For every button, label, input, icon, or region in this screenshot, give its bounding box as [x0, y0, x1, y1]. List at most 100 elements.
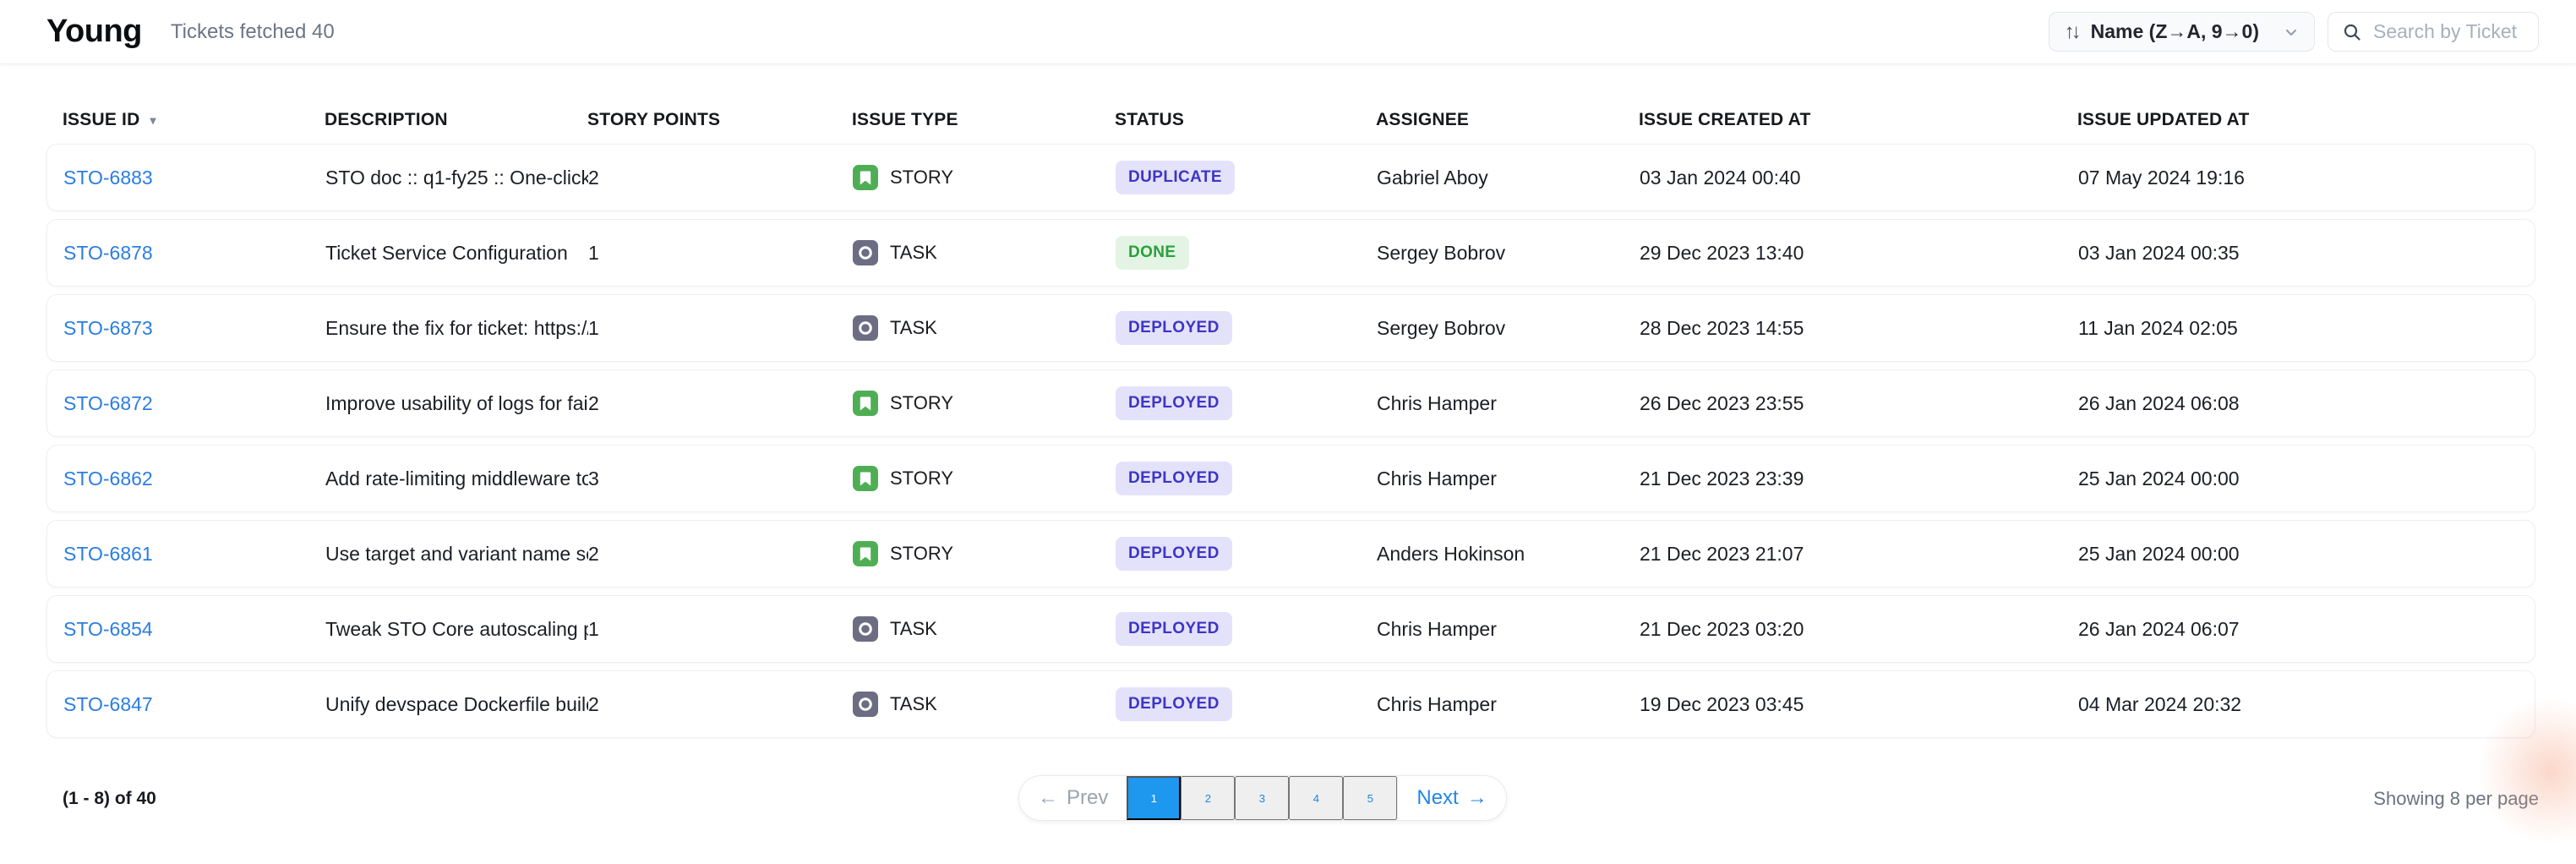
story-points-cell: 1: [588, 618, 853, 641]
story-icon: [853, 165, 878, 190]
issue-id-link[interactable]: STO-6847: [63, 693, 153, 715]
updated-at-cell: 04 Mar 2024 20:32: [2078, 693, 2535, 716]
column-header-issue-id[interactable]: ISSUE ID ▾: [63, 110, 325, 130]
description-cell: STO doc :: q1-fy25 :: One-click e...: [325, 167, 588, 189]
story-points-cell: 3: [588, 468, 853, 490]
assignee-cell: Sergey Bobrov: [1377, 317, 1640, 340]
pagination: ← Prev 12345 Next →: [1018, 775, 1507, 821]
description-cell: Use target and variant name sear...: [325, 543, 588, 566]
table-footer: (1 - 8) of 40 ← Prev 12345 Next → Showin…: [0, 775, 2576, 823]
page-button-5[interactable]: 5: [1343, 776, 1397, 820]
updated-at-cell: 03 Jan 2024 00:35: [2078, 242, 2535, 265]
task-icon: [853, 692, 878, 717]
issue-id-link[interactable]: STO-6872: [63, 392, 153, 414]
assignee-cell: Anders Hokinson: [1377, 543, 1640, 566]
assignee-cell: Chris Hamper: [1377, 693, 1640, 716]
task-icon: [853, 616, 878, 642]
table-row: STO-6861 Use target and variant name sea…: [46, 520, 2535, 588]
status-badge: DEPLOYED: [1116, 311, 1232, 345]
table-row: STO-6878 Ticket Service Configuration 1 …: [46, 219, 2535, 287]
issue-id-link[interactable]: STO-6873: [63, 317, 153, 339]
column-header-issue-type[interactable]: ISSUE TYPE: [852, 110, 1115, 130]
issue-id-link[interactable]: STO-6861: [63, 543, 153, 565]
page-button-3[interactable]: 3: [1235, 776, 1289, 820]
issue-type-label: STORY: [890, 167, 953, 189]
assignee-cell: Sergey Bobrov: [1377, 242, 1640, 265]
status-badge: DEPLOYED: [1116, 462, 1232, 495]
issue-id-link[interactable]: STO-6862: [63, 468, 153, 489]
created-at-cell: 21 Dec 2023 21:07: [1640, 543, 2078, 566]
description-cell: Ticket Service Configuration: [325, 242, 588, 265]
table-row: STO-6883 STO doc :: q1-fy25 :: One-click…: [46, 144, 2535, 211]
assignee-cell: Chris Hamper: [1377, 392, 1640, 415]
issue-id-link[interactable]: STO-6883: [63, 167, 153, 189]
page-button-4[interactable]: 4: [1289, 776, 1343, 820]
story-points-cell: 2: [588, 693, 853, 716]
prev-page-button[interactable]: ← Prev: [1019, 776, 1127, 820]
status-badge: DEPLOYED: [1116, 386, 1232, 420]
status-badge: DEPLOYED: [1116, 537, 1232, 571]
table-row: STO-6873 Ensure the fix for ticket: http…: [46, 294, 2535, 362]
tickets-table: ISSUE ID ▾ DESCRIPTION STORY POINTS ISSU…: [0, 98, 2576, 738]
sort-desc-caret-icon: ▾: [150, 114, 156, 126]
column-header-description[interactable]: DESCRIPTION: [325, 110, 587, 130]
created-at-cell: 21 Dec 2023 23:39: [1640, 468, 2078, 490]
issue-type-label: TASK: [890, 618, 937, 640]
next-page-button[interactable]: Next →: [1397, 776, 1505, 820]
created-at-cell: 26 Dec 2023 23:55: [1640, 392, 2078, 415]
sort-dropdown[interactable]: ↑↓ Name (Z→A, 9→0): [2049, 12, 2315, 52]
arrow-left-icon: ←: [1038, 786, 1058, 810]
issue-type-cell: TASK: [853, 315, 1116, 341]
range-label: (1 - 8) of 40: [63, 789, 156, 809]
created-at-cell: 28 Dec 2023 14:55: [1640, 317, 2078, 340]
description-cell: Unify devspace Dockerfile build: [325, 693, 588, 716]
story-icon: [853, 391, 878, 416]
story-points-cell: 2: [588, 392, 853, 415]
status-badge: DEPLOYED: [1116, 612, 1232, 646]
issue-id-link[interactable]: STO-6878: [63, 242, 153, 264]
status-badge: DONE: [1116, 236, 1189, 270]
issue-type-cell: TASK: [853, 616, 1116, 642]
description-cell: Add rate-limiting middleware to S...: [325, 468, 588, 490]
description-cell: Ensure the fix for ticket: https://h...: [325, 317, 588, 340]
story-icon: [853, 541, 878, 566]
column-header-assignee[interactable]: ASSIGNEE: [1376, 110, 1639, 130]
column-header-issue-updated-at[interactable]: ISSUE UPDATED AT: [2077, 110, 2535, 130]
issue-id-link[interactable]: STO-6854: [63, 618, 153, 640]
table-rows: STO-6883 STO doc :: q1-fy25 :: One-click…: [46, 144, 2535, 738]
task-icon: [853, 240, 878, 265]
assignee-cell: Chris Hamper: [1377, 618, 1640, 641]
story-points-cell: 2: [588, 167, 853, 189]
page-button-1[interactable]: 1: [1127, 776, 1181, 820]
column-header-issue-created-at[interactable]: ISSUE CREATED AT: [1639, 110, 2077, 130]
updated-at-cell: 26 Jan 2024 06:08: [2078, 392, 2535, 415]
assignee-cell: Chris Hamper: [1377, 468, 1640, 490]
column-header-status[interactable]: STATUS: [1115, 110, 1376, 130]
description-cell: Tweak STO Core autoscaling par...: [325, 618, 588, 641]
table-row: STO-6854 Tweak STO Core autoscaling par.…: [46, 595, 2535, 663]
sort-dropdown-value: Name (Z→A, 9→0): [2091, 20, 2259, 43]
issue-type-label: STORY: [890, 543, 953, 565]
created-at-cell: 21 Dec 2023 03:20: [1640, 618, 2078, 641]
issue-type-label: TASK: [890, 317, 937, 339]
created-at-cell: 29 Dec 2023 13:40: [1640, 242, 2078, 265]
per-page-label: Showing 8 per page: [2373, 788, 2539, 810]
description-cell: Improve usability of logs for failur...: [325, 392, 588, 415]
ticket-board-page: Young Tickets fetched 40 ↑↓ Name (Z→A, 9…: [0, 0, 2576, 864]
updated-at-cell: 25 Jan 2024 00:00: [2078, 468, 2535, 490]
issue-type-label: STORY: [890, 392, 953, 414]
arrow-right-icon: →: [1467, 786, 1487, 810]
created-at-cell: 03 Jan 2024 00:40: [1640, 167, 2078, 189]
issue-type-label: STORY: [890, 468, 953, 489]
chevron-down-icon: [2282, 23, 2300, 41]
issue-type-cell: STORY: [853, 391, 1116, 416]
search-input[interactable]: [2373, 20, 2524, 43]
search-icon: [2342, 22, 2362, 42]
table-row: STO-6847 Unify devspace Dockerfile build…: [46, 670, 2535, 738]
page-button-2[interactable]: 2: [1181, 776, 1235, 820]
task-icon: [853, 315, 878, 341]
column-header-story-points[interactable]: STORY POINTS: [587, 110, 852, 130]
issue-type-cell: TASK: [853, 692, 1116, 717]
status-badge: DEPLOYED: [1116, 687, 1232, 721]
page-title: Young: [46, 14, 142, 50]
